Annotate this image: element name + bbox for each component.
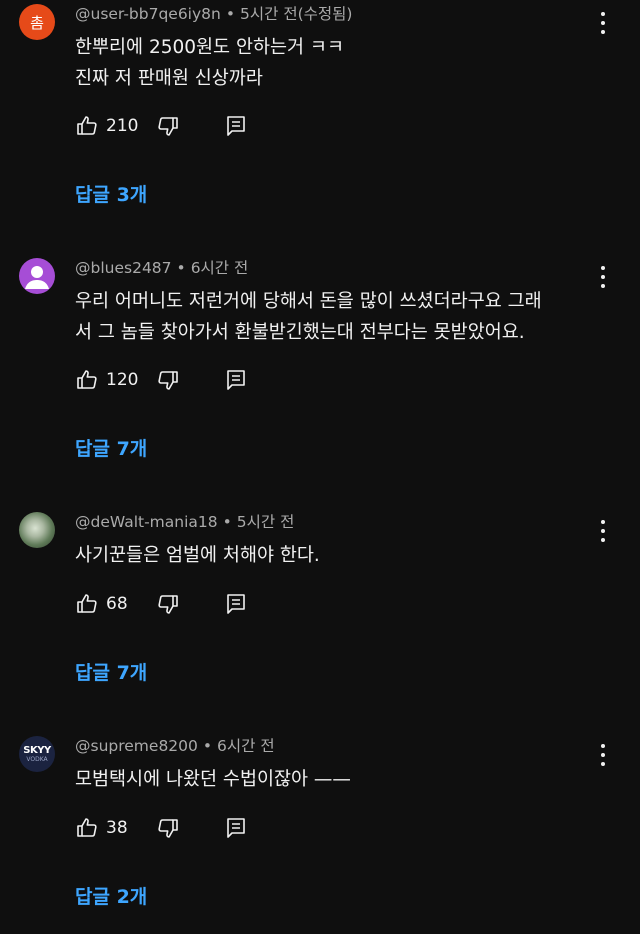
thumbs-up-icon[interactable] — [75, 816, 99, 840]
avatar[interactable] — [19, 258, 55, 294]
more-vert-icon[interactable] — [596, 12, 610, 34]
replies-button[interactable]: 답글 2개 — [75, 882, 147, 909]
comment-line: 한뿌리에 2500원도 안하는거 ㅋㅋ — [75, 37, 344, 58]
comment-actions: 210 — [75, 114, 248, 138]
replies-button[interactable]: 답글 7개 — [75, 434, 147, 461]
like-count: 210 — [106, 116, 139, 136]
comment-actions: 120 — [75, 368, 248, 392]
reply-icon[interactable] — [224, 368, 248, 392]
separator-dot: • — [202, 737, 213, 755]
reply-icon[interactable] — [224, 114, 248, 138]
comment-meta: @deWalt-mania18 • 5시간 전 — [75, 512, 294, 532]
default-avatar-icon — [25, 266, 49, 289]
more-vert-icon[interactable] — [596, 744, 610, 766]
thumbs-down-icon[interactable] — [156, 114, 180, 138]
like-count: 38 — [106, 818, 128, 838]
avatar-logo-subtext: VODKA — [26, 755, 48, 763]
replies-button[interactable]: 답글 7개 — [75, 658, 147, 685]
thumbs-up-icon[interactable] — [75, 592, 99, 616]
replies-button[interactable]: 답글 3개 — [75, 180, 147, 207]
like-count: 68 — [106, 594, 128, 614]
comment-text: 한뿌리에 2500원도 안하는거 ㅋㅋ 진짜 저 판매원 신상까라 — [75, 32, 595, 94]
avatar[interactable]: SKYY VODKA — [19, 736, 55, 772]
comment-meta: @blues2487 • 6시간 전 — [75, 258, 248, 278]
thumbs-down-icon[interactable] — [156, 368, 180, 392]
thumbs-up-icon[interactable] — [75, 114, 99, 138]
more-vert-icon[interactable] — [596, 266, 610, 288]
comment-actions: 38 — [75, 816, 248, 840]
thumbs-down-icon[interactable] — [156, 816, 180, 840]
comment-meta: @supreme8200 • 6시간 전 — [75, 736, 275, 756]
reply-icon[interactable] — [224, 816, 248, 840]
author-name[interactable]: @blues2487 — [75, 259, 172, 277]
avatar[interactable] — [19, 512, 55, 548]
comment-line: 우리 어머니도 저런거에 당해서 돈을 많이 쓰셨더라구요 그래 — [75, 291, 542, 312]
comment-line: 서 그 놈들 찾아가서 환불받긴했는대 전부다는 못받았어요. — [75, 322, 525, 343]
comment-meta: @user-bb7qe6iy8n • 5시간 전(수정됨) — [75, 4, 352, 24]
separator-dot: • — [176, 259, 186, 277]
author-name[interactable]: @user-bb7qe6iy8n — [75, 5, 221, 23]
timestamp[interactable]: 5시간 전 — [237, 513, 295, 531]
comment-actions: 68 — [75, 592, 248, 616]
comment-text: 우리 어머니도 저런거에 당해서 돈을 많이 쓰셨더라구요 그래 서 그 놈들 … — [75, 286, 595, 348]
author-name[interactable]: @supreme8200 — [75, 737, 198, 755]
avatar-logo-text: SKYY — [23, 744, 51, 756]
comment-text: 모범택시에 나왔던 수법이잖아 —— — [75, 764, 595, 795]
avatar-letter: 촘 — [30, 13, 44, 32]
reply-icon[interactable] — [224, 592, 248, 616]
like-count: 120 — [106, 370, 139, 390]
comment-line: 모범택시에 나왔던 수법이잖아 —— — [75, 769, 351, 790]
comment-line: 진짜 저 판매원 신상까라 — [75, 68, 263, 89]
separator-dot: • — [222, 513, 232, 531]
timestamp[interactable]: 5시간 전(수정됨) — [240, 5, 352, 23]
more-vert-icon[interactable] — [596, 520, 610, 542]
avatar[interactable]: 촘 — [19, 4, 55, 40]
comment-line: 사기꾼들은 엄벌에 처해야 한다. — [75, 545, 320, 566]
comment-text: 사기꾼들은 엄벌에 처해야 한다. — [75, 540, 595, 571]
timestamp[interactable]: 6시간 전 — [191, 259, 249, 277]
thumbs-up-icon[interactable] — [75, 368, 99, 392]
separator-dot: • — [225, 5, 236, 23]
timestamp[interactable]: 6시간 전 — [217, 737, 275, 755]
author-name[interactable]: @deWalt-mania18 — [75, 513, 218, 531]
thumbs-down-icon[interactable] — [156, 592, 180, 616]
